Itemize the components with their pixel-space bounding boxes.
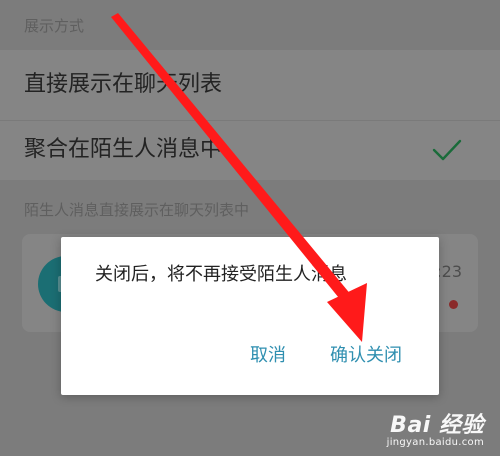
confirm-close-dialog: 关闭后，将不再接受陌生人消息 取消 确认关闭 <box>61 237 439 395</box>
option-aggregate-row[interactable]: 聚合在陌生人消息中 <box>0 120 500 180</box>
dialog-message: 关闭后，将不再接受陌生人消息 <box>95 264 347 285</box>
cancel-button[interactable]: 取消 <box>250 344 286 368</box>
watermark-logo: Bai 经验 <box>390 413 484 438</box>
option-direct-label: 直接展示在聊天列表 <box>24 72 223 97</box>
check-icon <box>432 139 462 161</box>
confirm-close-button[interactable]: 确认关闭 <box>330 344 402 368</box>
unread-dot-icon <box>449 300 458 309</box>
option-direct-row[interactable]: 直接展示在聊天列表 <box>0 50 500 120</box>
display-mode-options: 直接展示在聊天列表 聚合在陌生人消息中 <box>0 50 500 180</box>
option-aggregate-label: 聚合在陌生人消息中 <box>24 137 223 162</box>
preview-timestamp: :23 <box>436 262 462 281</box>
section-header-preview: 陌生人消息直接展示在聊天列表中 <box>24 201 250 219</box>
section-header-display-mode: 展示方式 <box>24 17 85 35</box>
watermark-url: jingyan.baidu.com <box>386 437 484 448</box>
baidu-jingyan-watermark: Bai 经验 jingyan.baidu.com <box>387 407 484 448</box>
